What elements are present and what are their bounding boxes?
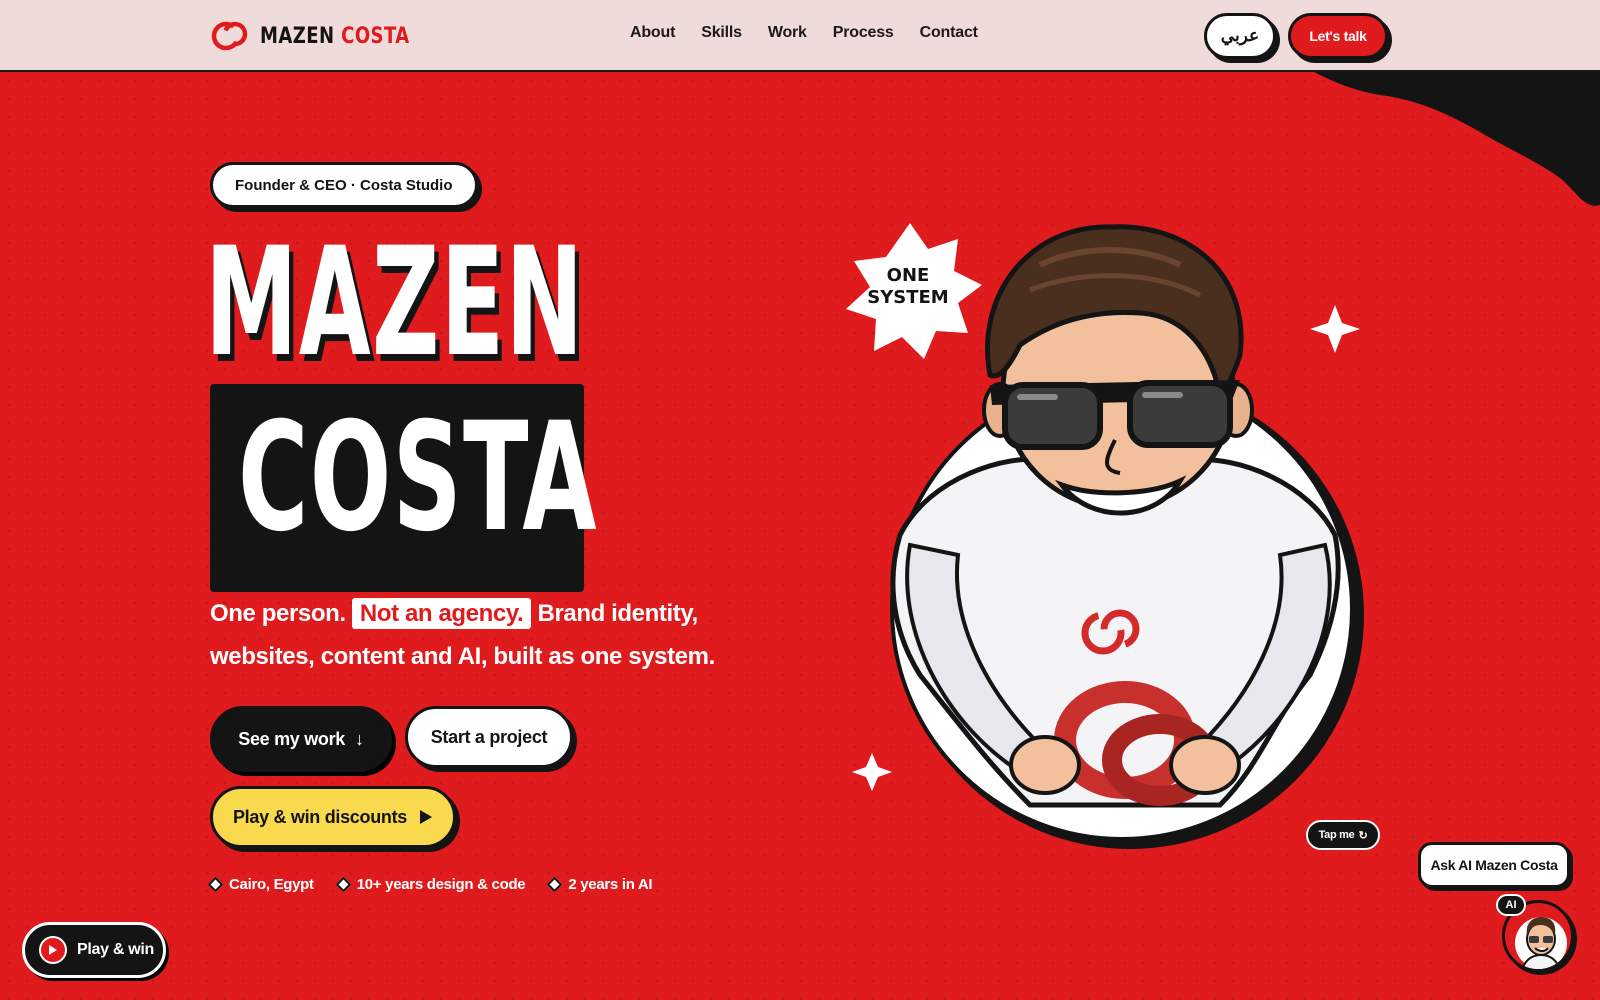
play-win-discounts-label: Play & win discounts [232, 806, 408, 827]
fact-location-text: Cairo, Egypt [229, 876, 314, 893]
nav-skills[interactable]: Skills [701, 24, 742, 42]
diamond-icon [335, 876, 352, 893]
language-toggle-button[interactable]: عربي [1204, 13, 1276, 59]
fact-location: Cairo, Egypt [207, 876, 314, 893]
hero-facts: Cairo, Egypt 10+ years design & code 2 y… [207, 876, 653, 893]
see-my-work-button[interactable]: See my work ↓ [210, 706, 392, 772]
fact-ai: 2 years in AI [547, 876, 653, 893]
logo[interactable]: MAZEN COSTA [210, 16, 443, 56]
tap-me-label: Tap me [1318, 829, 1355, 841]
arrow-down-icon: ↓ [355, 728, 364, 749]
fact-ai-text: 2 years in AI [568, 876, 653, 893]
see-my-work-label: See my work [238, 728, 346, 749]
logo-second-word: COSTA [341, 23, 410, 49]
fact-experience: 10+ years design & code [335, 876, 526, 893]
play-circle-icon [39, 936, 67, 964]
main-nav: About Skills Work Process Contact [630, 24, 978, 42]
hero-name-second: COSTA [238, 391, 598, 565]
sticker-line-1: ONE [887, 265, 930, 286]
tagline-highlight: Not an agency. [351, 598, 532, 629]
hero-portrait[interactable]: ONE SYSTEM [840, 205, 1400, 865]
tap-me-button[interactable]: Tap me ↻ [1306, 820, 1380, 850]
ask-ai-button[interactable]: Ask AI Mazen Costa [1418, 842, 1570, 888]
start-project-button[interactable]: Start a project [405, 706, 573, 768]
diamond-icon [547, 876, 563, 893]
logo-first-word: MAZEN [260, 23, 335, 49]
fact-experience-text: 10+ years design & code [356, 876, 526, 893]
lets-talk-button[interactable]: Let's talk [1288, 13, 1388, 59]
role-badge: Founder & CEO · Costa Studio [210, 162, 478, 208]
sticker-line-2: SYSTEM [867, 287, 948, 308]
nav-process[interactable]: Process [833, 24, 894, 42]
nav-contact[interactable]: Contact [920, 24, 978, 42]
tagline-lead: One person. [210, 600, 346, 627]
logo-text: MAZEN COSTA [260, 24, 410, 49]
nav-work[interactable]: Work [768, 24, 807, 42]
diamond-icon [207, 876, 224, 893]
hero-tagline: One person. Not an agency. Brand identit… [210, 592, 770, 678]
play-win-discounts-button[interactable]: Play & win discounts [210, 786, 456, 848]
nav-about[interactable]: About [630, 24, 675, 42]
play-icon [420, 810, 433, 824]
refresh-icon: ↻ [1358, 829, 1368, 842]
play-and-win-floating-button[interactable]: Play & win [22, 922, 166, 978]
site-header: MAZEN COSTA About Skills Work Process Co… [0, 0, 1600, 72]
logo-mark-icon [211, 21, 248, 51]
hero-name-first: MAZEN [205, 216, 585, 390]
ai-badge: AI [1496, 894, 1526, 916]
play-and-win-label: Play & win [77, 941, 155, 958]
